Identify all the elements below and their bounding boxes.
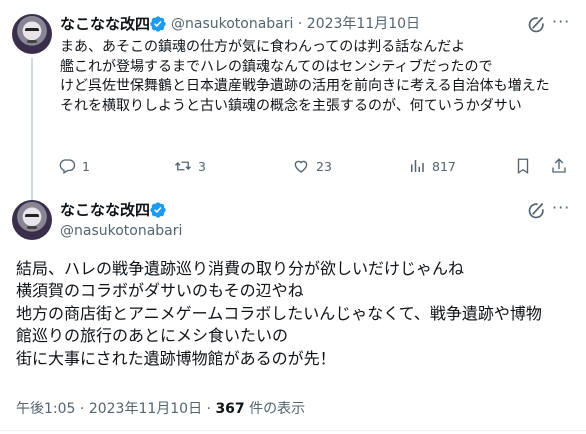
tweet-date[interactable]: 2023年11月10日 bbox=[89, 401, 202, 417]
like-count: 23 bbox=[316, 158, 332, 174]
repost-icon bbox=[175, 161, 191, 171]
tweet-meta: 午後1:05 · 2023年11月10日 · 367 件の表示 bbox=[16, 399, 305, 419]
tweet-time[interactable]: 午後1:05 bbox=[16, 401, 75, 417]
handle-text[interactable]: @nasukotonabari bbox=[171, 16, 293, 32]
more-icon[interactable]: ··· bbox=[552, 198, 570, 218]
display-name[interactable]: なこなな改四 bbox=[60, 200, 150, 220]
views-button[interactable]: 817 bbox=[408, 157, 456, 175]
grok-icon[interactable] bbox=[526, 201, 546, 221]
reply-count: 1 bbox=[82, 158, 90, 174]
grok-icon[interactable] bbox=[526, 15, 546, 35]
tweet-text-line: 横須賀のコラボがダサいのもその辺やね bbox=[16, 281, 304, 301]
views-label: 件の表示 bbox=[249, 401, 306, 417]
tweet-text-line: それを横取りしようと古い鎮魂の概念を主張するのが、何ていうかダサい bbox=[60, 97, 522, 114]
handle-text[interactable]: @nasukotonabari bbox=[60, 221, 182, 241]
divider bbox=[0, 430, 586, 431]
tweet-text: 結局、ハレの戦争遺跡巡り消費の取り分が欲しいだけじゃんね 横須賀のコラボがダサい… bbox=[16, 258, 542, 370]
tweet-text-line: 館巡りの旅行のあとにメシ食いたいの bbox=[16, 326, 289, 346]
heart-icon bbox=[294, 160, 308, 173]
reply-button[interactable]: 1 bbox=[58, 157, 90, 175]
like-button[interactable]: 23 bbox=[292, 157, 332, 175]
repost-count: 3 bbox=[198, 158, 206, 174]
tweet-text-line: 艦これが登場するまでハレの鎮魂なんてのはセンシティブだったので bbox=[60, 58, 493, 75]
separator: · bbox=[297, 16, 303, 32]
repost-button[interactable]: 3 bbox=[174, 157, 206, 175]
tweet-text-line: けど呉佐世保舞鶴と日本遺産戦争遺跡の活用を前向きに考える自治体も増えた bbox=[60, 78, 550, 95]
views-count: 367 bbox=[215, 401, 245, 417]
tweet-date[interactable]: 2023年11月10日 bbox=[307, 16, 420, 32]
avatar[interactable] bbox=[12, 14, 52, 54]
handle[interactable]: @nasukotonabari · 2023年11月10日 bbox=[171, 14, 420, 34]
avatar[interactable] bbox=[12, 200, 52, 240]
tweet-text-line: まあ、あそこの鎮魂の仕方が気に食わんってのは判る話なんだよ bbox=[60, 39, 466, 55]
thread-line bbox=[31, 58, 33, 200]
views-count: 817 bbox=[432, 158, 456, 174]
bookmark-icon[interactable] bbox=[514, 157, 532, 175]
tweet-text-line: 結局、ハレの戦争遺跡巡り消費の取り分が欲しいだけじゃんね bbox=[16, 259, 465, 278]
separator: · bbox=[206, 401, 211, 417]
tweet-text-line: 地方の商店街とアニメゲームコラボしたいんじゃなくて、戦争遺跡や博物 bbox=[16, 303, 542, 323]
views-icon bbox=[411, 160, 424, 172]
verified-badge-icon bbox=[150, 202, 166, 218]
display-name[interactable]: なこなな改四 bbox=[60, 14, 150, 34]
tweet-text-line: 街に大事にされた遺跡博物館があるのが先！ bbox=[16, 348, 336, 368]
reply-icon bbox=[59, 159, 76, 174]
separator: · bbox=[79, 401, 85, 417]
more-icon[interactable]: ··· bbox=[552, 12, 570, 32]
tweet-text: まあ、あそこの鎮魂の仕方が気に食わんってのは判る話なんだよ 艦これが登場するまで… bbox=[60, 38, 550, 116]
share-icon[interactable] bbox=[550, 157, 568, 175]
verified-badge-icon bbox=[150, 16, 166, 32]
